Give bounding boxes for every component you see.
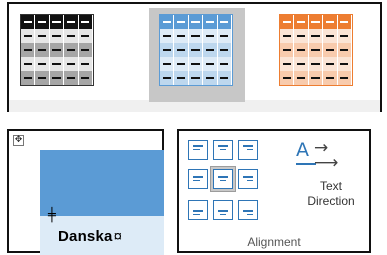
- align-top-left-button[interactable]: [188, 140, 208, 160]
- cell-text: Danska¤: [58, 228, 122, 245]
- four-way-arrow-icon[interactable]: ✥: [13, 135, 24, 146]
- row-resize-cursor-icon: ╪: [48, 208, 56, 223]
- table-header-cell[interactable]: [40, 150, 164, 216]
- alignment-group-label: Alignment: [247, 235, 301, 249]
- text-direction-button[interactable]: A → ⟶ Text Direction: [292, 138, 370, 219]
- text-direction-label: Text Direction: [292, 179, 370, 209]
- alignment-group: A → ⟶ Text Direction Alignment: [177, 129, 371, 253]
- text-direction-underline: [296, 163, 316, 165]
- document-table-preview: ✥ ╪ Danska¤: [7, 129, 164, 255]
- table-style-dark[interactable]: [20, 14, 94, 86]
- text-direction-icon: A: [296, 139, 309, 161]
- text-direction-label-line2: Direction: [307, 194, 355, 208]
- align-top-right-button[interactable]: [238, 140, 258, 160]
- align-center-left-button[interactable]: [188, 169, 208, 189]
- table-style-orange[interactable]: [279, 14, 353, 86]
- align-center-right-button[interactable]: [238, 169, 258, 189]
- table-style-blue[interactable]: [159, 14, 233, 86]
- align-center-center-button[interactable]: [210, 166, 236, 192]
- text-direction-label-line1: Text: [319, 179, 342, 193]
- align-bottom-right-button[interactable]: [238, 200, 258, 220]
- cell-text-value: Danska: [58, 228, 113, 245]
- text-cursor-icon: ¤: [113, 228, 123, 245]
- table-styles-gallery: [7, 2, 382, 112]
- align-bottom-center-button[interactable]: [213, 200, 233, 220]
- align-bottom-left-button[interactable]: [188, 200, 208, 220]
- align-top-center-button[interactable]: [213, 140, 233, 160]
- arrow-right-icon-2: ⟶: [314, 153, 339, 173]
